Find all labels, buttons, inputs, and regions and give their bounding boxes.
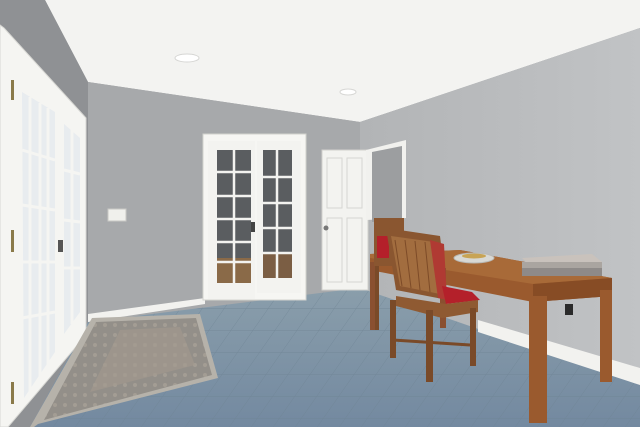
door-handle[interactable] [251,222,255,232]
door-hinge [11,230,14,252]
panel-door[interactable] [321,149,369,291]
electrical-outlet [565,304,573,315]
door-handle[interactable] [58,240,63,252]
door-hinge [11,80,14,100]
doorway [366,140,406,222]
door-hinge [11,382,14,404]
bowl-contents [462,253,486,259]
room-photo [0,0,640,427]
recessed-light [174,53,200,63]
recessed-light [339,88,357,96]
light-switch[interactable] [107,208,127,222]
center-french-doors[interactable] [202,133,307,301]
door-knob[interactable] [323,225,329,231]
